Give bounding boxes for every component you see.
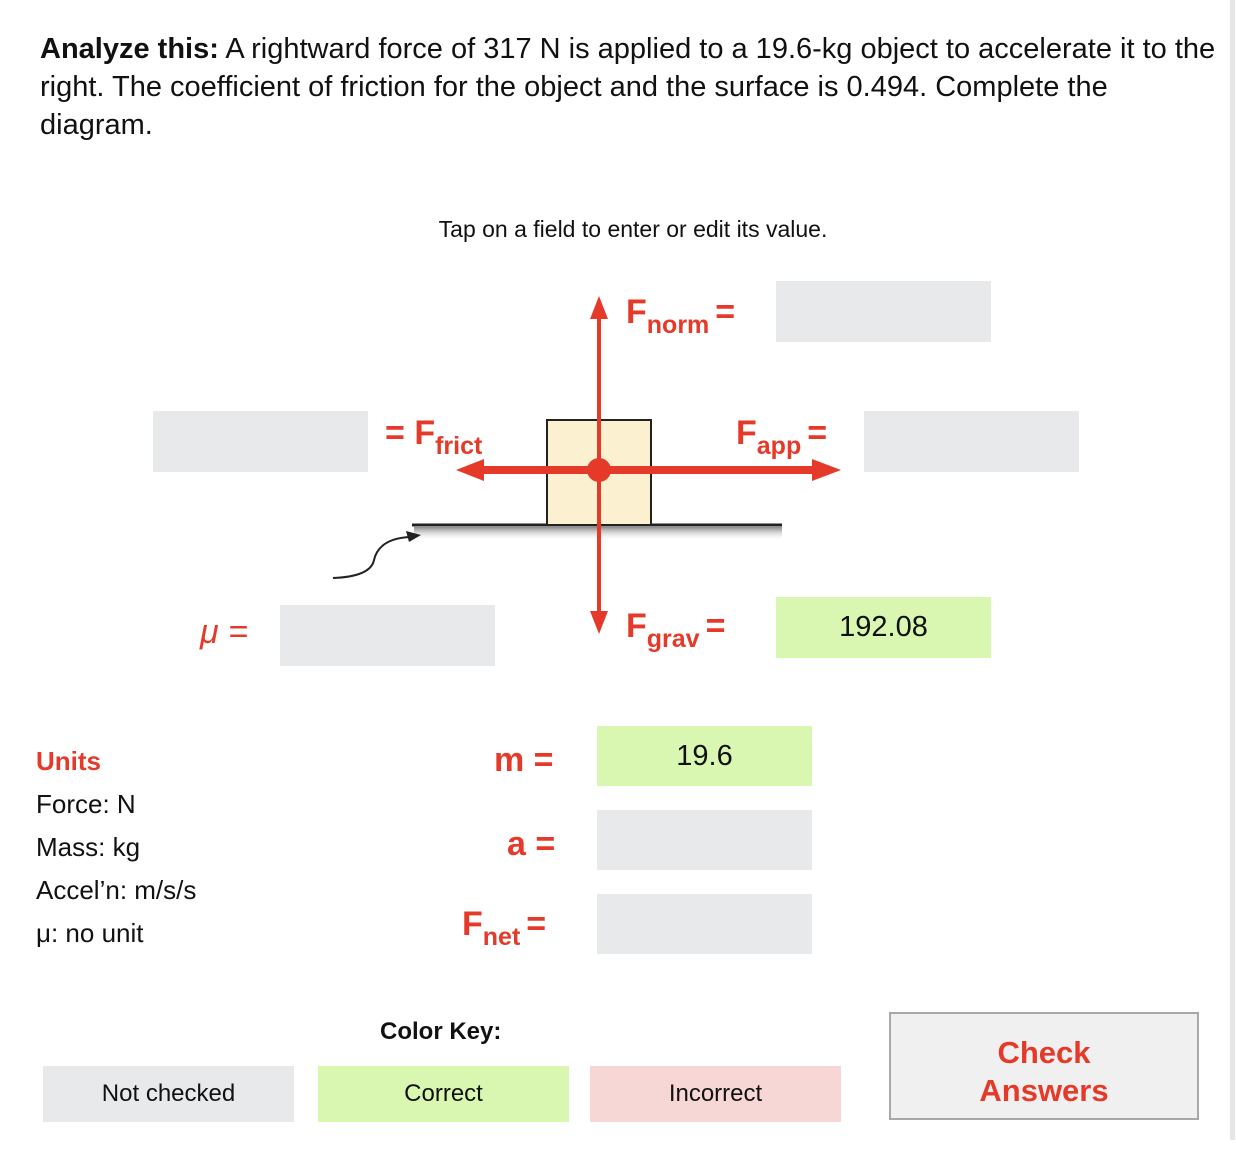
mass-input[interactable] — [597, 726, 812, 786]
units-title: Units — [36, 746, 101, 776]
mass-label: m = — [494, 741, 554, 779]
mu-input[interactable] — [280, 605, 495, 666]
ffrict-input[interactable] — [153, 411, 368, 472]
ffrict-label: = Ffrict — [385, 414, 483, 460]
key-correct: Correct — [318, 1066, 569, 1122]
unit-accel: Accel’n: m/s/s — [36, 875, 197, 905]
free-body-diagram — [332, 296, 841, 634]
mu-label: μ = — [200, 613, 248, 651]
fgrav-input[interactable] — [776, 597, 991, 658]
key-not-checked: Not checked — [43, 1066, 294, 1122]
units-legend: Units Force: N Mass: kg Accel’n: m/s/s μ… — [36, 740, 196, 955]
fapp-input[interactable] — [864, 411, 1079, 472]
fapp-label: Fapp = — [736, 414, 828, 460]
surface-pointer-arrow — [332, 531, 421, 579]
unit-mass: Mass: kg — [36, 832, 141, 862]
fnorm-label: Fnorm = — [626, 293, 736, 339]
accel-label: a = — [507, 825, 556, 863]
fnorm-input[interactable] — [776, 281, 991, 342]
fnet-label: Fnet = — [462, 905, 547, 951]
check-answers-button[interactable]: Check Answers — [889, 1012, 1199, 1120]
center-of-mass-dot — [587, 458, 611, 482]
fnet-input[interactable] — [597, 894, 812, 954]
key-incorrect: Incorrect — [590, 1066, 841, 1122]
normal-force-arrowhead — [590, 296, 608, 319]
accel-input[interactable] — [597, 810, 812, 870]
unit-mu: μ: no unit — [36, 918, 144, 948]
unit-force: Force: N — [36, 789, 136, 819]
color-key-title: Color Key: — [380, 1018, 502, 1045]
fgrav-label: Fgrav = — [626, 607, 726, 653]
gravity-force-arrowhead — [590, 611, 608, 634]
